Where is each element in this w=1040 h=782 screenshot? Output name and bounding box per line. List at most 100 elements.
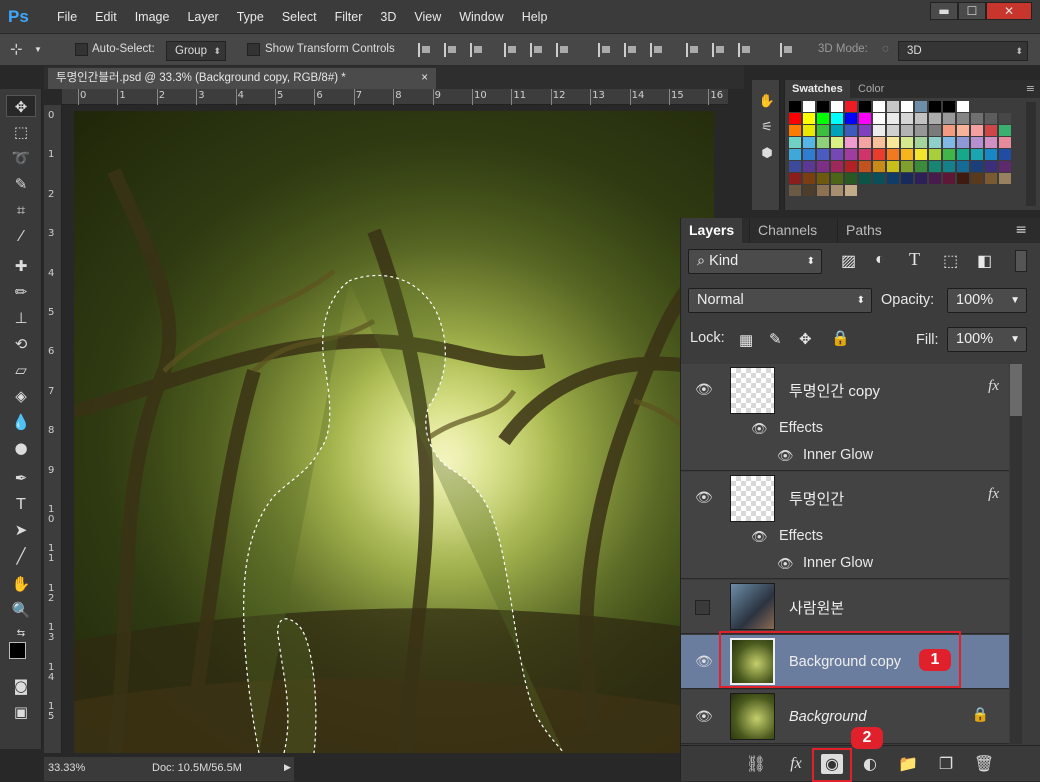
swatch-cell[interactable] (859, 173, 871, 184)
hand-tool-icon[interactable]: ✋ (6, 573, 36, 595)
swatch-cell[interactable] (789, 125, 801, 136)
tool-options-icon[interactable]: ⚟ (758, 120, 776, 136)
new-group-icon[interactable]: 📁 (897, 754, 919, 774)
swatch-cell[interactable] (789, 161, 801, 172)
align-vcenter-icon[interactable] (444, 43, 458, 57)
zoom-tool-icon[interactable]: 🔍 (6, 599, 36, 621)
swatch-cell[interactable] (957, 161, 969, 172)
lock-all-icon[interactable]: 🔒 (831, 329, 850, 347)
fill-field[interactable]: 100% ▼ (947, 327, 1027, 352)
move-tool-icon[interactable]: ⊹ (10, 40, 23, 58)
swatch-cell[interactable] (845, 149, 857, 160)
status-menu-arrow-icon[interactable]: ▶ (284, 762, 291, 773)
swatch-cell[interactable] (845, 125, 857, 136)
align-bottom-icon[interactable] (470, 43, 484, 57)
effect-eye-icon[interactable]: 👁 (777, 449, 794, 464)
panel-menu-icon[interactable]: ≡ (1026, 82, 1035, 95)
menu-type[interactable]: Type (228, 10, 273, 24)
swatch-cell[interactable] (929, 101, 941, 112)
close-window-button[interactable]: ✕ (986, 2, 1032, 20)
swatch-cell[interactable] (831, 113, 843, 124)
fx-icon[interactable]: fx (988, 378, 999, 395)
swatch-cell[interactable] (901, 173, 913, 184)
visibility-eye-icon[interactable]: 👁 (695, 655, 713, 669)
swatch-cell[interactable] (999, 161, 1011, 172)
chevron-down-icon[interactable]: ▼ (1010, 328, 1020, 351)
3d-orbit-icon[interactable]: ◌ (882, 43, 889, 55)
swatch-cell[interactable] (985, 161, 997, 172)
lock-transparent-icon[interactable]: ▦ (739, 331, 753, 349)
swatch-cell[interactable] (957, 149, 969, 160)
dodge-tool-icon[interactable]: ● (6, 437, 36, 459)
swatch-cell[interactable] (817, 137, 829, 148)
swatch-cell[interactable] (803, 173, 815, 184)
swatch-cell[interactable] (901, 101, 913, 112)
swatch-cell[interactable] (887, 101, 899, 112)
new-layer-icon[interactable]: ❐ (935, 754, 957, 774)
screen-mode-icon[interactable]: ▣ (6, 701, 36, 723)
close-tab-icon[interactable]: × (421, 68, 428, 88)
crop-tool-icon[interactable]: ⌗ (6, 199, 36, 221)
layer-original-person[interactable]: 사람원본 (681, 580, 1009, 634)
canvas-area[interactable] (62, 105, 728, 753)
menu-edit[interactable]: Edit (86, 10, 126, 24)
swatch-cell[interactable] (887, 149, 899, 160)
swatch-cell[interactable] (985, 137, 997, 148)
fx-icon[interactable]: fx (988, 486, 999, 503)
distribute-vcenter-icon[interactable] (624, 43, 638, 57)
filter-pixel-icon[interactable]: ▨ (841, 251, 856, 271)
swatch-cell[interactable] (817, 161, 829, 172)
swatch-cell[interactable] (887, 125, 899, 136)
swatch-cell[interactable] (873, 173, 885, 184)
auto-select-dropdown[interactable]: Group ⬍ (166, 41, 226, 61)
paint-bucket-icon[interactable]: ◈ (6, 385, 36, 407)
tab-layers[interactable]: Layers (681, 218, 743, 243)
menu-file[interactable]: File (48, 10, 86, 24)
swatch-cell[interactable] (957, 113, 969, 124)
swatch-cell[interactable] (831, 173, 843, 184)
swatch-cell[interactable] (943, 113, 955, 124)
document-tab[interactable]: 투명인간블러.psd @ 33.3% (Background copy, RGB… (48, 68, 436, 89)
swatch-cell[interactable] (803, 101, 815, 112)
swatch-cell[interactable] (845, 173, 857, 184)
kind-filter-dropdown[interactable]: ⌕ Kind ⬍ (688, 249, 822, 274)
swatch-cell[interactable] (789, 101, 801, 112)
swatch-cell[interactable] (915, 125, 927, 136)
swatch-cell[interactable] (817, 173, 829, 184)
menu-view[interactable]: View (405, 10, 450, 24)
swatch-cell[interactable] (957, 101, 969, 112)
swatch-cell[interactable] (901, 113, 913, 124)
swatch-cell[interactable] (789, 149, 801, 160)
menu-help[interactable]: Help (513, 10, 557, 24)
menu-image[interactable]: Image (126, 10, 179, 24)
visibility-eye-icon[interactable]: 👁 (695, 491, 713, 505)
swatch-cell[interactable] (873, 137, 885, 148)
zoom-level[interactable]: 33.33% (48, 762, 85, 774)
lock-position-icon[interactable]: ✥ (799, 330, 812, 348)
swatch-cell[interactable] (943, 137, 955, 148)
swatch-cell[interactable] (831, 185, 843, 196)
swatch-cell[interactable] (901, 161, 913, 172)
chevron-down-icon[interactable]: ▼ (1010, 289, 1020, 312)
swatch-cell[interactable] (915, 161, 927, 172)
effects-eye-icon[interactable]: 👁 (751, 422, 768, 437)
swatch-cell[interactable] (831, 101, 843, 112)
blur-tool-icon[interactable]: 💧 (6, 411, 36, 433)
align-top-icon[interactable] (418, 43, 432, 57)
swatch-cell[interactable] (817, 125, 829, 136)
swatch-cell[interactable] (985, 173, 997, 184)
brush-tool-icon[interactable]: ✏ (6, 281, 36, 303)
transform-controls-checkbox[interactable] (247, 43, 260, 56)
swatch-cell[interactable] (831, 149, 843, 160)
swatch-cell[interactable] (999, 173, 1011, 184)
swatch-cell[interactable] (971, 125, 983, 136)
swatch-cell[interactable] (929, 137, 941, 148)
swatch-cell[interactable] (957, 173, 969, 184)
swatch-cell[interactable] (831, 125, 843, 136)
align-right-icon[interactable] (556, 43, 570, 57)
distribute-right-icon[interactable] (738, 43, 752, 57)
effect-eye-icon[interactable]: 👁 (777, 557, 794, 572)
filter-toggle[interactable] (1015, 250, 1027, 272)
3d-panel-icon[interactable]: ⬢ (758, 146, 776, 162)
swatch-cell[interactable] (873, 161, 885, 172)
